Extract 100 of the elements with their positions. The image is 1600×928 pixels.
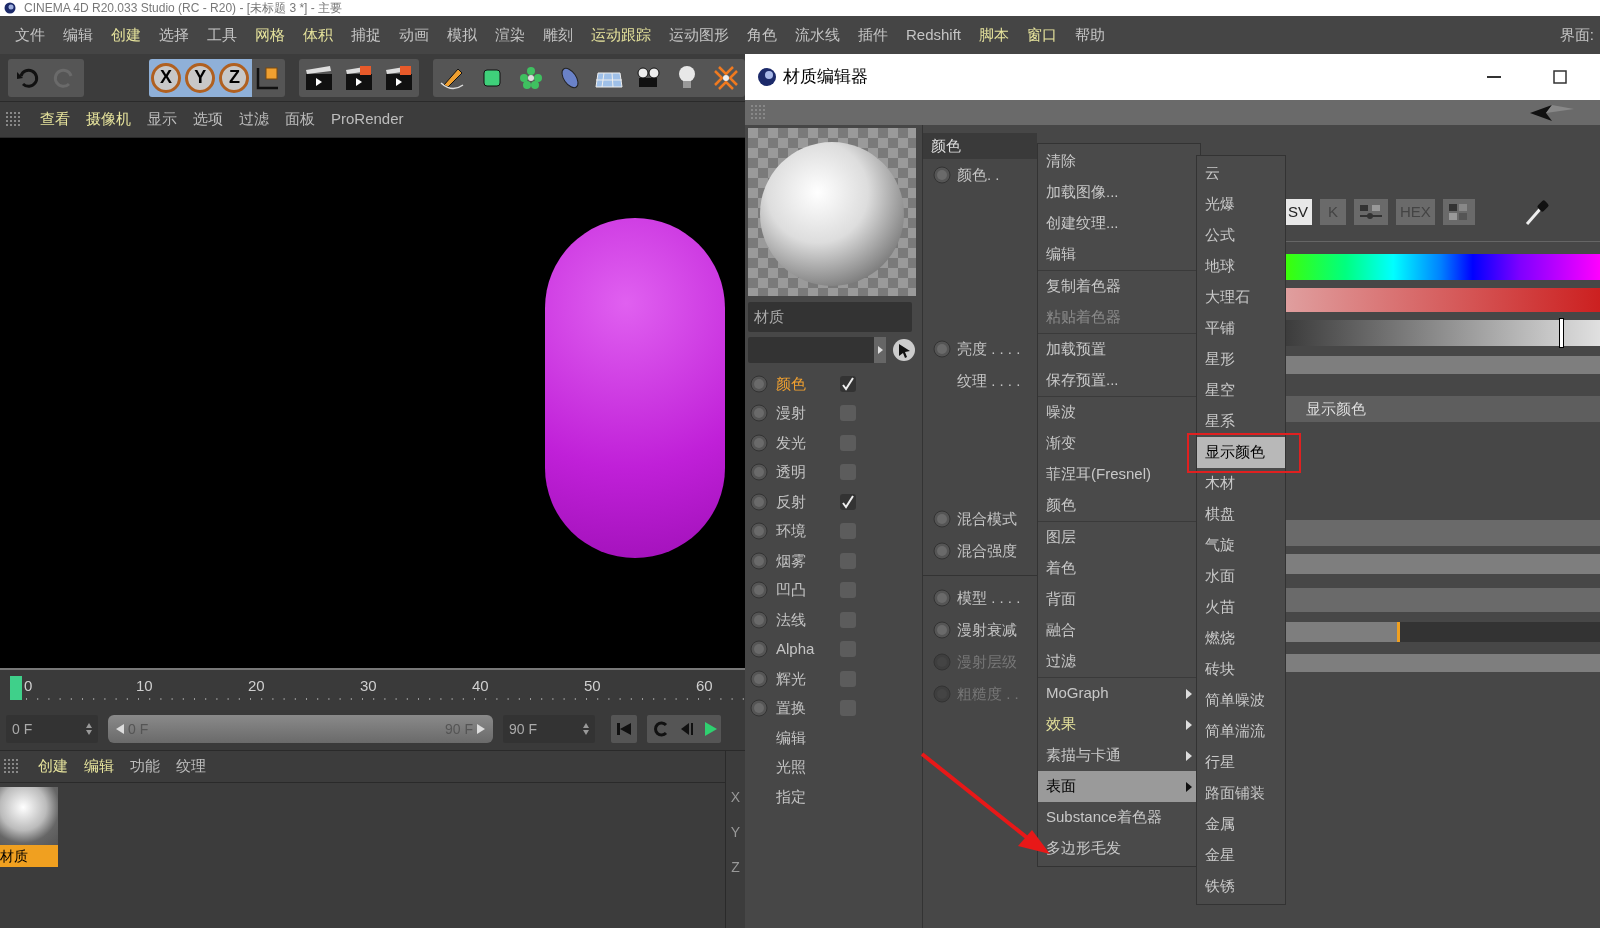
menu-item[interactable]: 噪波 [1038, 397, 1200, 428]
channel-label[interactable]: 漫射 [776, 402, 832, 425]
channel-label[interactable]: 颜色 [776, 372, 832, 395]
link-field[interactable] [748, 337, 886, 363]
menu-item[interactable]: 效果 [1038, 709, 1200, 740]
menu-item[interactable]: 菲涅耳(Fresnel) [1038, 459, 1200, 490]
menu-item[interactable]: 复制着色器 [1038, 271, 1200, 302]
page-label[interactable]: 编辑 [776, 726, 806, 749]
keyframe-radio-icon[interactable] [933, 589, 951, 607]
menu-item[interactable]: 着色 [1038, 553, 1200, 584]
radio-icon[interactable] [750, 640, 768, 659]
menu-item[interactable]: 选择 [150, 23, 198, 47]
back-arrow-icon[interactable] [1530, 104, 1574, 121]
slider-thumb[interactable] [1558, 318, 1564, 348]
page-label[interactable]: 指定 [776, 785, 806, 808]
end-frame-field[interactable]: 90 F [503, 715, 595, 743]
menu-item[interactable]: Redshift [897, 23, 971, 47]
channel-label[interactable]: Alpha [776, 638, 832, 661]
checkbox[interactable] [840, 375, 856, 392]
radio-icon[interactable] [750, 551, 768, 570]
menu-item[interactable]: 运动跟踪 [582, 23, 660, 47]
viewport-menu-item[interactable]: 过滤 [231, 108, 277, 131]
menu-item[interactable]: 云 [1197, 158, 1285, 189]
menu-item[interactable]: MoGraph [1038, 678, 1200, 709]
menu-item[interactable]: 平铺 [1197, 313, 1285, 344]
keyframe-radio-icon[interactable] [933, 621, 951, 639]
menu-item[interactable]: 文件 [6, 23, 54, 47]
viewport-menu-item[interactable]: 显示 [139, 108, 185, 131]
menu-item[interactable]: 角色 [738, 23, 786, 47]
channel-label[interactable]: 环境 [776, 520, 832, 543]
menu-item[interactable]: 保存预置... [1038, 365, 1200, 396]
viewport-menu-item[interactable]: 摄像机 [78, 108, 139, 131]
page-label[interactable]: 光照 [776, 756, 806, 779]
menu-item[interactable]: 显示颜色 [1197, 437, 1285, 468]
channel-label[interactable]: 辉光 [776, 667, 832, 690]
viewport-menu-item[interactable]: 选项 [185, 108, 231, 131]
color-mode-button[interactable]: SV [1284, 199, 1312, 225]
menu-item[interactable]: 星形 [1197, 344, 1285, 375]
channel-label[interactable]: 发光 [776, 431, 832, 454]
radio-icon[interactable] [750, 463, 768, 482]
menu-item[interactable]: 插件 [849, 23, 897, 47]
menu-item[interactable]: 加载预置 [1038, 334, 1200, 365]
radio-icon[interactable] [750, 374, 768, 393]
menu-item[interactable]: 金星 [1197, 840, 1285, 871]
manager-menu-item[interactable]: 纹理 [168, 755, 214, 778]
radio-icon[interactable] [750, 699, 768, 718]
menu-item[interactable]: 简单噪波 [1197, 685, 1285, 716]
menu-item[interactable]: 铁锈 [1197, 871, 1285, 902]
menu-item[interactable]: 气旋 [1197, 530, 1285, 561]
viewport-menu-item[interactable]: ProRender [323, 108, 412, 131]
cursor-icon[interactable] [892, 338, 916, 362]
menu-item[interactable]: 渲染 [486, 23, 534, 47]
menu-item[interactable]: 公式 [1197, 220, 1285, 251]
material-thumbnail[interactable]: 材质 [0, 787, 58, 867]
menu-item[interactable]: 网格 [246, 23, 294, 47]
radio-icon[interactable] [750, 581, 768, 600]
viewport-menu-item[interactable]: 面板 [277, 108, 323, 131]
radio-icon[interactable] [750, 433, 768, 452]
menu-item[interactable]: 颜色 [1038, 490, 1200, 521]
menu-item[interactable]: 模拟 [438, 23, 486, 47]
keyframe-radio-icon[interactable] [933, 510, 951, 528]
keyframe-radio-icon[interactable] [933, 340, 951, 358]
menu-item[interactable]: 光爆 [1197, 189, 1285, 220]
menu-item[interactable]: 背面 [1038, 584, 1200, 615]
coordinate-system-button[interactable] [251, 58, 285, 97]
channel-label[interactable]: 法线 [776, 608, 832, 631]
menu-item[interactable]: 渐变 [1038, 428, 1200, 459]
menu-item[interactable]: 火苗 [1197, 592, 1285, 623]
viewport-menu-item[interactable]: 查看 [32, 108, 78, 131]
menu-item[interactable]: 融合 [1038, 615, 1200, 646]
menu-item[interactable]: 运动图形 [660, 23, 738, 47]
menu-item[interactable]: 行星 [1197, 747, 1285, 778]
menu-item[interactable]: 星空 [1197, 375, 1285, 406]
axis-lock-button[interactable]: Y [183, 58, 218, 97]
menu-item[interactable]: 星系 [1197, 406, 1285, 437]
radio-icon[interactable] [750, 404, 768, 423]
menu-item[interactable]: 燃烧 [1197, 623, 1285, 654]
viewport[interactable] [0, 138, 745, 668]
menu-item[interactable]: 棋盘 [1197, 499, 1285, 530]
menu-item[interactable]: 清除 [1038, 146, 1200, 177]
material-name-field[interactable]: 材质 [748, 302, 912, 332]
menu-item[interactable]: 简单湍流 [1197, 716, 1285, 747]
menu-item[interactable]: 水面 [1197, 561, 1285, 592]
menu-item[interactable]: 地球 [1197, 251, 1285, 282]
color-mode-button[interactable] [1442, 199, 1475, 225]
radio-icon[interactable] [750, 522, 768, 541]
manager-menu-item[interactable]: 编辑 [76, 755, 122, 778]
menu-item[interactable]: 动画 [390, 23, 438, 47]
menu-item[interactable]: 加载图像... [1038, 177, 1200, 208]
menu-item[interactable]: 雕刻 [534, 23, 582, 47]
menu-item[interactable]: 工具 [198, 23, 246, 47]
menu-item[interactable]: 路面铺装 [1197, 778, 1285, 809]
keyframe-radio-icon[interactable] [933, 542, 951, 560]
channel-label[interactable]: 烟雾 [776, 549, 832, 572]
menu-item[interactable]: 金属 [1197, 809, 1285, 840]
channel-label[interactable]: 透明 [776, 461, 832, 484]
menu-item[interactable]: 多边形毛发 [1038, 833, 1200, 864]
menu-item[interactable]: 砖块 [1197, 654, 1285, 685]
menu-item[interactable]: 创建 [102, 23, 150, 47]
menu-item[interactable]: Substance着色器 [1038, 802, 1200, 833]
